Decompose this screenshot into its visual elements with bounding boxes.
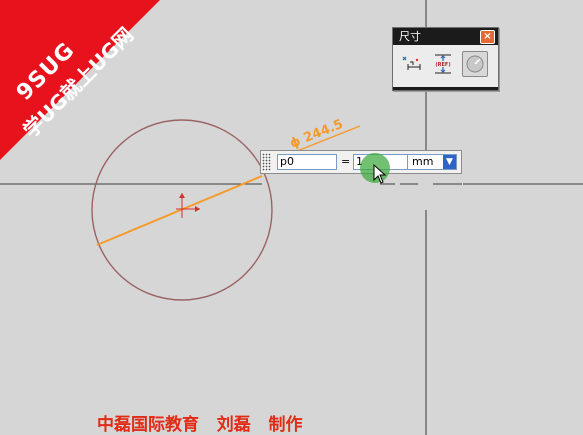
auto-dimension-button[interactable] [398,51,424,77]
mouse-pointer-icon [373,164,387,184]
drag-handle-icon[interactable] [262,153,271,171]
close-button[interactable]: × [480,30,495,44]
dimension-toolbar-bottom-edge [393,87,498,90]
circle-dimension-button[interactable] [462,51,488,77]
dimension-toolbar-title-text: 尺寸 [399,30,421,43]
auto-dimension-icon [402,56,421,70]
chevron-down-icon[interactable]: ▼ [443,155,456,169]
diameter-dimension-label[interactable]: ϕ 244.5 [288,117,346,152]
dimension-toolbar-title[interactable]: 尺寸 × [393,28,498,45]
circle-dimension-icon [466,55,484,73]
unit-select-value: mm [412,155,434,168]
unit-select[interactable]: mm ▼ [407,154,457,170]
equals-sign: = [341,155,351,168]
circle-center-marker[interactable] [176,193,200,218]
reference-label: (REF) [435,62,450,68]
dimension-toolbar: 尺寸 × (REF) [392,27,499,91]
dimension-tools: (REF) [398,51,488,77]
reference-dimension-button[interactable]: (REF) [430,51,456,77]
diameter-dimension-line[interactable] [96,175,263,246]
reference-dimension-icon: (REF) [435,54,451,74]
close-icon: × [483,31,492,42]
footer-credit: 中磊国际教育 刘磊 制作 [97,415,303,435]
logo-ribbon: 9SUG 学UG就上UG网 [0,0,160,160]
parameter-name-input[interactable]: p0 [277,154,337,170]
